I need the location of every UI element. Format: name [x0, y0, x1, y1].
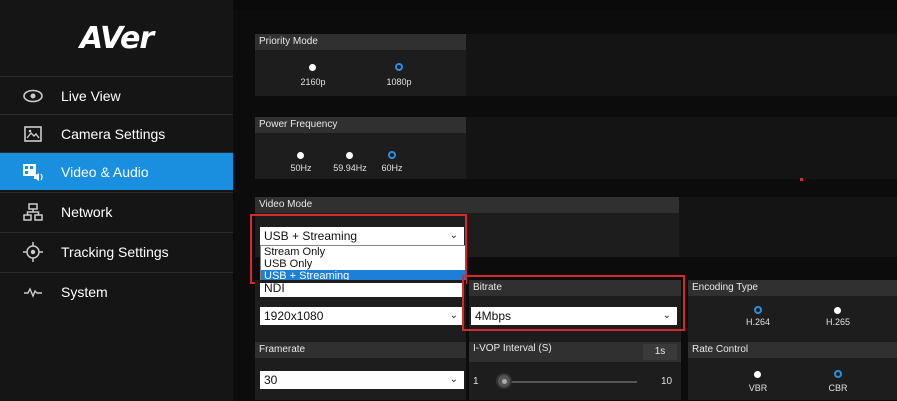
video-mode-option[interactable]: Stream Only	[261, 246, 465, 258]
radio-1080p[interactable]	[395, 63, 403, 71]
radio-cbr[interactable]	[834, 370, 842, 378]
red-dot	[800, 178, 803, 181]
radio-label-60hz: 60Hz	[381, 163, 403, 173]
radio-label-h264: H.264	[745, 317, 771, 327]
nav-item-video-audio[interactable]: Video & Audio	[0, 152, 233, 190]
radio-59-94hz[interactable]	[346, 152, 353, 159]
radio-h265[interactable]	[834, 307, 841, 314]
nav-item-live-view[interactable]: Live View	[0, 76, 233, 114]
ivop-slider-track[interactable]	[501, 381, 637, 383]
priority-mode-row-bg	[466, 34, 897, 96]
chevron-down-icon: ⌄	[449, 374, 458, 385]
ivop-min-label: 1	[473, 376, 479, 387]
radio-50hz[interactable]	[297, 152, 304, 159]
chevron-down-icon: ⌄	[449, 230, 458, 241]
framerate-title: Framerate	[255, 342, 466, 358]
radio-label-h265: H.265	[825, 317, 851, 327]
nav-label: Network	[61, 203, 113, 220]
ivop-slider-handle[interactable]	[496, 373, 512, 389]
power-frequency-row-bg	[466, 117, 897, 181]
radio-2160p[interactable]	[309, 64, 316, 71]
nav-label: System	[61, 283, 108, 300]
content-area: Priority Mode 2160p 1080p Power Frequenc…	[233, 0, 897, 401]
ivop-max-label: 10	[661, 376, 673, 387]
video-mode-option[interactable]: USB Only	[261, 258, 465, 270]
power-frequency-title: Power Frequency	[255, 117, 466, 133]
video-mode-select[interactable]: USB + Streaming ⌄	[260, 227, 464, 245]
image-icon	[22, 123, 44, 145]
priority-mode-panel: Priority Mode 2160p 1080p	[255, 34, 466, 96]
bitrate-title: Bitrate	[469, 280, 681, 296]
radio-h264[interactable]	[754, 306, 762, 314]
nav-label: Video & Audio	[61, 163, 149, 180]
video-mode-title: Video Mode	[255, 197, 679, 213]
radio-label-1080p: 1080p	[386, 77, 412, 87]
nav-item-tracking-settings[interactable]: Tracking Settings	[0, 232, 233, 270]
aver-logo: AVer	[79, 20, 154, 56]
radio-label-cbr: CBR	[828, 383, 848, 393]
radio-label-59-94hz: 59.94Hz	[333, 163, 367, 173]
video-mode-row-bg	[679, 197, 897, 257]
encoding-type-title: Encoding Type	[688, 280, 897, 296]
video-audio-icon	[22, 161, 44, 183]
bitrate-select[interactable]: 4Mbps ⌄	[471, 307, 677, 325]
encoding-panel	[688, 280, 897, 400]
nav-item-system[interactable]: System	[0, 272, 233, 310]
tracking-icon	[22, 241, 44, 263]
chevron-down-icon: ⌄	[662, 310, 671, 321]
nav-label: Live View	[61, 87, 121, 104]
top-band	[233, 0, 897, 10]
nav-label: Camera Settings	[61, 125, 166, 142]
chevron-down-icon: ⌄	[449, 310, 458, 321]
radio-label-vbr: VBR	[748, 383, 768, 393]
waveform-icon	[22, 281, 44, 303]
radio-vbr[interactable]	[754, 371, 761, 378]
network-icon	[22, 201, 44, 223]
sidebar: AVer Live View Camera Settings Video & A…	[0, 0, 233, 401]
radio-label-2160p: 2160p	[300, 77, 326, 87]
rate-control-title: Rate Control	[688, 342, 897, 358]
power-frequency-panel: Power Frequency 50Hz 59.94Hz 60Hz	[255, 117, 466, 179]
video-mode-dropdown-list: Stream Only USB Only USB + Streaming	[260, 245, 466, 284]
framerate-select[interactable]: 30 ⌄	[260, 371, 464, 389]
nav-item-network[interactable]: Network	[0, 192, 233, 230]
ivop-value-badge: 1s	[643, 344, 677, 360]
nav-label: Tracking Settings	[61, 243, 169, 260]
radio-label-50hz: 50Hz	[290, 163, 312, 173]
resolution-select[interactable]: 1920x1080 ⌄	[260, 307, 464, 325]
priority-mode-title: Priority Mode	[255, 34, 466, 50]
radio-60hz[interactable]	[388, 151, 396, 159]
nav-item-camera-settings[interactable]: Camera Settings	[0, 114, 233, 152]
stream-format-select[interactable]: NDI	[260, 282, 464, 297]
eye-icon	[22, 85, 44, 107]
